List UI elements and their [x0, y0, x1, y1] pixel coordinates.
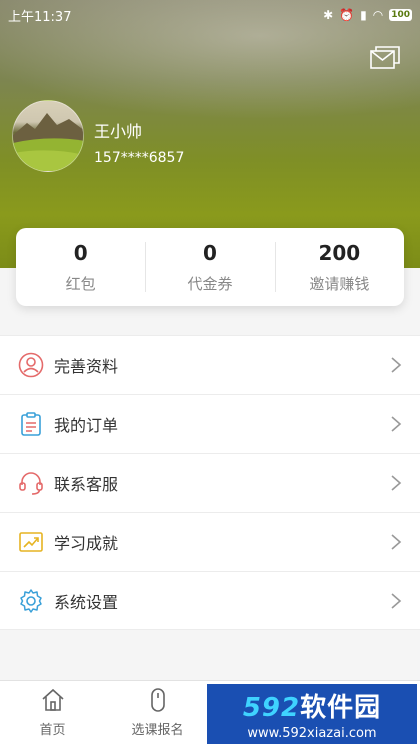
menu-item-support[interactable]: 联系客服 — [0, 453, 420, 512]
user-profile-icon — [18, 352, 44, 378]
menu-item-orders[interactable]: 我的订单 — [0, 394, 420, 453]
stat-value: 200 — [318, 240, 361, 265]
message-envelope-icon[interactable] — [370, 46, 400, 70]
alarm-icon: ⏰ — [339, 8, 355, 22]
stats-card: 0 红包 0 代金券 200 邀请赚钱 — [16, 228, 404, 306]
stat-label: 红包 — [65, 274, 96, 293]
menu-item-label: 系统设置 — [54, 592, 119, 612]
order-clipboard-icon — [18, 411, 44, 437]
wifi-icon: ◠ — [372, 8, 384, 22]
menu-item-profile[interactable]: 完善资料 — [0, 335, 420, 394]
status-icons: ✱ ⏰ ▮ ◠ 100 — [323, 8, 412, 22]
stat-red-packet[interactable]: 0 红包 — [16, 228, 145, 306]
tab-home[interactable]: 首页 — [0, 681, 105, 746]
battery-icon: 100 — [389, 9, 412, 21]
stat-voucher[interactable]: 0 代金券 — [145, 228, 274, 306]
chevron-right-icon — [391, 416, 402, 432]
menu-item-label: 学习成就 — [54, 534, 119, 553]
user-name: 王小帅 — [94, 122, 143, 141]
chevron-right-icon — [391, 475, 402, 491]
menu-item-settings[interactable]: 系统设置 — [0, 571, 420, 630]
home-icon — [41, 688, 64, 711]
bluetooth-icon: ✱ — [323, 8, 334, 22]
tab-label: 选课报名 — [131, 723, 184, 738]
watermark-url: www.592xiazai.com — [247, 726, 377, 741]
watermark-logo: 592软件园 www.592xiazai.com — [207, 684, 417, 744]
chevron-right-icon — [391, 357, 402, 373]
watermark-number: 592 — [242, 693, 301, 723]
menu-item-label: 完善资料 — [54, 357, 119, 376]
chevron-right-icon — [391, 534, 402, 550]
stat-value: 0 — [73, 240, 88, 265]
watermark-text: 软件园 — [300, 693, 382, 723]
avatar[interactable] — [12, 100, 84, 172]
tab-label: 首页 — [39, 723, 66, 738]
settings-gear-icon — [18, 588, 44, 614]
headset-icon — [18, 470, 44, 496]
achievement-chart-icon — [18, 529, 44, 555]
status-bar: 上午11:37 ✱ ⏰ ▮ ◠ 100 — [0, 0, 420, 30]
signal-icon: ▮ — [360, 8, 367, 22]
chevron-right-icon — [391, 592, 402, 609]
status-time: 上午11:37 — [8, 9, 72, 25]
menu-item-label: 联系客服 — [54, 475, 119, 494]
stat-label: 邀请赚钱 — [309, 274, 370, 293]
tab-course-signup[interactable]: 选课报名 — [105, 681, 210, 746]
user-phone: 157****6857 — [94, 150, 185, 166]
menu-item-label: 我的订单 — [54, 416, 119, 435]
mouse-icon — [150, 688, 165, 712]
stat-value: 0 — [203, 240, 217, 265]
menu-item-achievements[interactable]: 学习成就 — [0, 512, 420, 571]
stat-invite-earn[interactable]: 200 邀请赚钱 — [274, 228, 404, 306]
menu-list: 完善资料 我的订单 联系客服 学习成就 系统设置 — [0, 335, 420, 630]
stat-label: 代金券 — [187, 274, 233, 293]
